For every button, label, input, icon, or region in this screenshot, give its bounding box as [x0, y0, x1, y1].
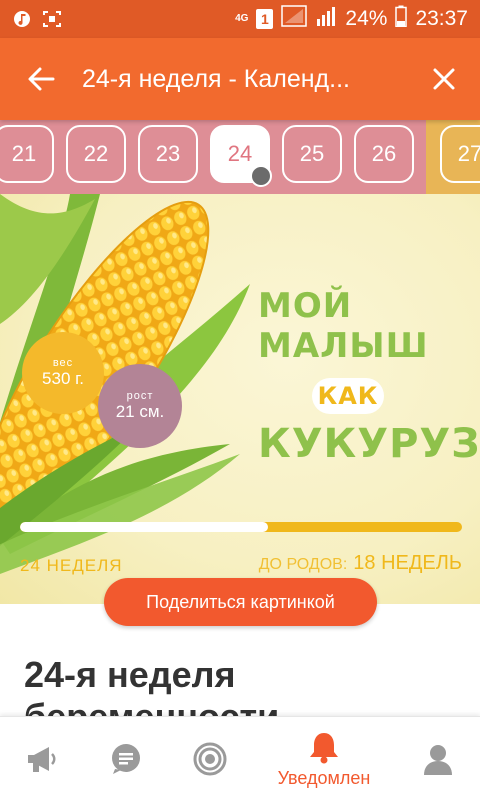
week-tab-27[interactable]: 27 [440, 125, 480, 183]
remaining-label: до родов: [258, 556, 348, 573]
chat-icon [112, 744, 140, 774]
bell-icon [310, 732, 338, 763]
weight-bubble: вес 530 г. [22, 332, 104, 414]
week-tab-22[interactable]: 22 [66, 125, 126, 183]
height-bubble: рост 21 см. [98, 364, 182, 448]
nav-profile[interactable] [396, 717, 480, 800]
app-bar: 24-я неделя - Календ... [0, 38, 480, 120]
bottom-navigation: Уведомлен [0, 716, 480, 800]
network-type: 4G [235, 13, 249, 24]
scan-icon [42, 9, 62, 29]
week-tab-25[interactable]: 25 [282, 125, 342, 183]
back-button[interactable] [0, 38, 82, 120]
close-button[interactable] [422, 57, 466, 101]
weight-label: вес [52, 357, 74, 369]
nav-goals[interactable] [168, 717, 252, 800]
sim-slot-badge: 1 [256, 9, 274, 29]
share-image-button[interactable]: Поделиться картинкой [104, 578, 377, 626]
profile-icon [424, 745, 452, 775]
nav-chat[interactable] [84, 717, 168, 800]
megaphone-icon [28, 747, 56, 772]
remaining-caption: до родов: 18 недель [259, 552, 462, 575]
week-hero-image: Мой малыш как кукуруза вес 530 г. рост 2… [0, 194, 480, 604]
battery-icon [395, 5, 408, 33]
headline-line-1: Мой малыш [258, 286, 429, 366]
height-value: 21 см. [115, 402, 165, 421]
battery-percent: 24% [345, 7, 388, 30]
page-title: 24-я неделя - Календ... [82, 64, 350, 93]
arrow-left-icon [28, 67, 55, 91]
current-week-caption: 24 неделя [20, 556, 123, 575]
headline-highlight: как [312, 378, 384, 414]
signal-bars-icon [315, 5, 337, 33]
headline-line-3: кукуруза [258, 421, 480, 467]
nav-news[interactable] [0, 717, 84, 800]
signal-icon [281, 5, 308, 33]
screen: 4G 1 24% 23:37 24-я неделя - Календ... 2… [0, 0, 480, 800]
music-icon [12, 9, 32, 29]
weight-value: 530 г. [42, 369, 84, 388]
target-icon [193, 742, 227, 776]
avatar [250, 165, 272, 187]
clock: 23:37 [415, 7, 468, 30]
height-label: рост [126, 390, 154, 402]
close-icon [433, 68, 455, 90]
remaining-value: 18 недель [353, 552, 462, 574]
status-bar: 4G 1 24% 23:37 [0, 0, 480, 38]
hero-headline: Мой малыш как кукуруза [258, 286, 480, 467]
week-selector: 21 22 23 24 25 26 27 [0, 120, 480, 194]
week-tab-21[interactable]: 21 [0, 125, 54, 183]
week-tab-26[interactable]: 26 [354, 125, 414, 183]
nav-notifications[interactable]: Уведомлен [252, 717, 396, 800]
week-tab-23[interactable]: 23 [138, 125, 198, 183]
nav-notifications-label: Уведомлен [277, 767, 371, 788]
week-tab-24[interactable]: 24 [210, 125, 272, 187]
headline-line-2: как [317, 382, 379, 410]
pregnancy-progress-fill [20, 522, 268, 532]
pregnancy-progress-bar [20, 522, 462, 532]
